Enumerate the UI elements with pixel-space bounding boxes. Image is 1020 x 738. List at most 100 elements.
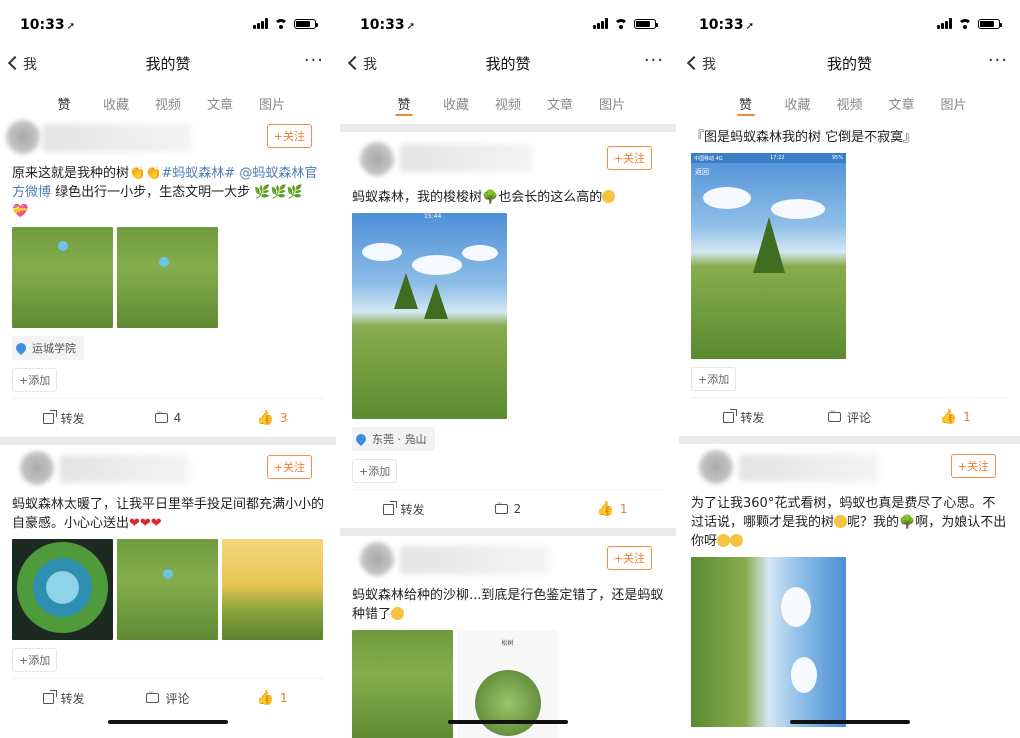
post-text: 蚂蚁森林给种的沙柳...到底是行色鉴定错了，还是蚂蚁种错了 xyxy=(352,588,664,622)
tab-images[interactable]: 图片 xyxy=(246,80,298,118)
post-actions: 转发 评论 👍1 xyxy=(12,678,324,717)
post-card: 『图是蚂蚁森林我的树 它倒是不寂寞』 中国移动 4G 17:22 95% 返回 +添… xyxy=(679,118,1020,436)
tab-bar: 赞 收藏 视频 文章 图片 xyxy=(679,80,1020,118)
tab-favorites[interactable]: 收藏 xyxy=(430,80,482,118)
username-blurred xyxy=(400,546,550,574)
gift-heart-emoji-icon: 💝 xyxy=(12,204,29,219)
post-image[interactable]: 中国移动 4G 17:22 95% 返回 xyxy=(691,153,846,359)
follow-button[interactable]: +关注 xyxy=(606,546,652,570)
wifi-icon xyxy=(614,18,628,29)
page-title: 我的赞 xyxy=(485,55,531,73)
like-button[interactable]: 👍 3 xyxy=(220,410,324,426)
share-button[interactable]: 转发 xyxy=(12,689,116,707)
post-text: 原来这就是我种的树👏👏#蚂蚁森林# @蚂蚁森林官方微博 绿色出行一小步，生态文明… xyxy=(12,166,318,219)
tab-articles[interactable]: 文章 xyxy=(194,80,246,118)
tab-likes[interactable]: 赞 xyxy=(720,80,772,118)
post-image[interactable] xyxy=(12,227,113,328)
username-blurred xyxy=(739,454,879,482)
add-button[interactable]: +添加 xyxy=(12,648,58,672)
battery-icon xyxy=(978,18,1002,29)
follow-button[interactable]: +关注 xyxy=(950,454,996,478)
home-indicator[interactable] xyxy=(448,720,568,724)
comment-button[interactable]: 评论 xyxy=(797,407,903,426)
add-button[interactable]: +添加 xyxy=(352,459,398,483)
tab-likes[interactable]: 赞 xyxy=(38,80,90,118)
avatar[interactable] xyxy=(699,450,733,484)
avatar[interactable] xyxy=(360,142,394,176)
location-arrow-icon: ➚ xyxy=(66,21,75,32)
post-actions: 转发 4 👍3 xyxy=(12,398,324,437)
post-image[interactable]: 15:44 xyxy=(352,213,507,419)
home-indicator[interactable] xyxy=(108,720,228,724)
post-image[interactable] xyxy=(117,227,218,328)
more-button[interactable]: ··· xyxy=(304,50,324,71)
divider xyxy=(340,124,676,132)
post-image[interactable] xyxy=(691,557,846,727)
divider xyxy=(0,437,336,445)
like-button[interactable]: 👍 1 xyxy=(902,409,1008,425)
tab-videos[interactable]: 视频 xyxy=(142,80,194,118)
share-button[interactable]: 转发 xyxy=(352,500,456,518)
post-card: +关注 为了让我360°花式看树，蚂蚁也真是费尽了心思。不过话说，哪颗才是我的树… xyxy=(679,444,1020,727)
post-image[interactable] xyxy=(352,630,453,738)
tab-bar: 赞 收藏 视频 文章 图片 xyxy=(0,80,336,118)
location-tag[interactable]: 运城学院 xyxy=(12,336,84,360)
tab-videos[interactable]: 视频 xyxy=(482,80,534,118)
like-button[interactable]: 👍 1 xyxy=(220,690,324,706)
signal-icon xyxy=(937,18,952,29)
thumbs-up-icon: 👍 xyxy=(939,409,958,425)
post-card: +关注 蚂蚁森林，我的梭梭树🌳也会长的这么高的 15:44 东莞 · 凫山 +添… xyxy=(340,132,676,528)
tab-articles[interactable]: 文章 xyxy=(876,80,928,118)
signal-icon xyxy=(253,18,268,29)
post-actions: 转发 2 👍1 xyxy=(352,489,664,528)
post-image[interactable] xyxy=(12,539,113,640)
add-button[interactable]: +添加 xyxy=(691,367,737,391)
more-button[interactable]: ··· xyxy=(644,50,664,71)
comment-button[interactable]: 2 xyxy=(456,499,560,516)
comment-icon xyxy=(828,407,841,422)
tab-images[interactable]: 图片 xyxy=(928,80,980,118)
post-image[interactable] xyxy=(222,539,323,640)
thumbs-up-icon: 👍 xyxy=(256,690,274,706)
tab-articles[interactable]: 文章 xyxy=(534,80,586,118)
share-icon xyxy=(43,689,58,704)
like-button[interactable]: 👍 1 xyxy=(560,501,664,517)
post-text: 为了让我360°花式看树，蚂蚁也真是费尽了心思。不过话说，哪颗才是我的树 呢？我的… xyxy=(691,496,1007,549)
tab-favorites[interactable]: 收藏 xyxy=(772,80,824,118)
phone-screen-3: 10:33 ➚ 我 我的赞 ··· 赞 收藏 视频 文章 图片 『图是蚂蚁森林我的… xyxy=(679,0,1020,738)
status-bar: 10:33 ➚ xyxy=(340,0,676,50)
location-tag[interactable]: 东莞 · 凫山 xyxy=(352,427,435,451)
avatar[interactable] xyxy=(360,542,394,576)
tree-emoji-icon: 🌳 xyxy=(899,515,916,530)
phone-screen-2: 10:33 ➚ 我 我的赞 ··· 赞 收藏 视频 文章 图片 +关注 蚂蚁森林，… xyxy=(340,0,676,738)
status-bar: 10:33 ➚ xyxy=(0,0,336,50)
avatar[interactable] xyxy=(6,120,40,154)
status-bar: 10:33 ➚ xyxy=(679,0,1020,50)
share-icon xyxy=(723,408,738,423)
follow-button[interactable]: +关注 xyxy=(606,146,652,170)
status-time: 10:33 ➚ xyxy=(360,17,415,33)
avatar[interactable] xyxy=(20,451,54,485)
location-pin-icon xyxy=(353,431,369,447)
share-button[interactable]: 转发 xyxy=(12,409,116,427)
follow-button[interactable]: +关注 xyxy=(266,455,312,479)
hush-emoji-icon xyxy=(717,534,731,547)
comment-icon xyxy=(494,499,508,514)
tab-bar: 赞 收藏 视频 文章 图片 xyxy=(340,80,676,118)
figure-icon xyxy=(159,257,169,267)
more-button[interactable]: ··· xyxy=(988,50,1008,71)
username-blurred xyxy=(42,124,192,152)
add-button[interactable]: +添加 xyxy=(12,368,58,392)
tab-favorites[interactable]: 收藏 xyxy=(90,80,142,118)
post-image[interactable] xyxy=(117,539,218,640)
share-button[interactable]: 转发 xyxy=(691,408,797,426)
comment-button[interactable]: 评论 xyxy=(116,688,220,707)
tab-likes[interactable]: 赞 xyxy=(378,80,430,118)
home-indicator[interactable] xyxy=(789,720,910,724)
hashtag-link[interactable]: #蚂蚁森林# xyxy=(161,166,235,181)
comment-button[interactable]: 4 xyxy=(116,408,220,425)
tab-images[interactable]: 图片 xyxy=(586,80,638,118)
follow-button[interactable]: +关注 xyxy=(266,124,312,148)
tab-videos[interactable]: 视频 xyxy=(824,80,876,118)
location-arrow-icon: ➚ xyxy=(406,21,415,32)
